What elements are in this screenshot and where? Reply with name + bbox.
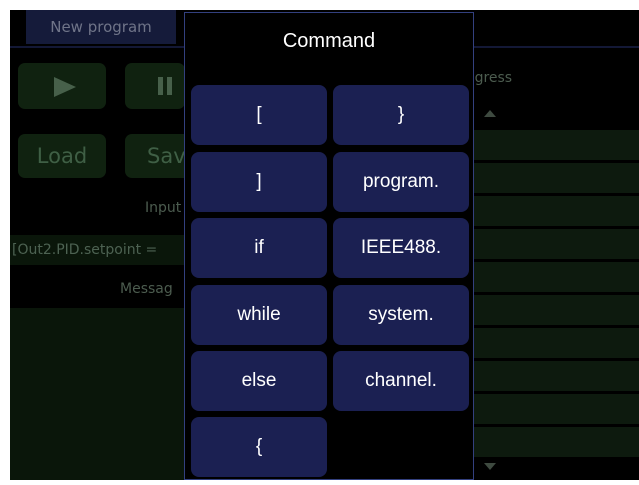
list-row[interactable] bbox=[466, 163, 639, 193]
cmd-close-brace-button[interactable]: } bbox=[333, 85, 469, 145]
cmd-open-brace-button[interactable]: { bbox=[191, 417, 327, 477]
message-area bbox=[10, 308, 200, 480]
command-dialog: Command [ } ] program. if IEEE488. while… bbox=[184, 12, 474, 480]
scroll-up-icon[interactable] bbox=[484, 110, 496, 117]
list-row[interactable] bbox=[466, 427, 639, 457]
list-row[interactable] bbox=[466, 361, 639, 391]
input-label: Input bbox=[145, 200, 182, 216]
pause-button[interactable] bbox=[125, 63, 185, 109]
cmd-system-button[interactable]: system. bbox=[333, 285, 469, 345]
list-row[interactable] bbox=[466, 295, 639, 325]
cmd-while-button[interactable]: while bbox=[191, 285, 327, 345]
cmd-if-button[interactable]: if bbox=[191, 218, 327, 278]
program-input-field[interactable]: [Out2.PID.setpoint = bbox=[10, 235, 212, 265]
message-label: Messag bbox=[120, 281, 173, 297]
cmd-program-button[interactable]: program. bbox=[333, 152, 469, 212]
cmd-close-bracket-button[interactable]: ] bbox=[191, 152, 327, 212]
play-icon bbox=[54, 77, 76, 97]
list-row[interactable] bbox=[466, 196, 639, 226]
app-window: New program Load Sav Input [Out2.PID.set… bbox=[10, 10, 639, 480]
pause-icon bbox=[158, 77, 174, 95]
scroll-down-icon[interactable] bbox=[484, 463, 496, 470]
list-row[interactable] bbox=[466, 394, 639, 424]
load-button[interactable]: Load bbox=[18, 134, 106, 178]
tab-new-program[interactable]: New program bbox=[26, 10, 176, 44]
list-row[interactable] bbox=[466, 130, 639, 160]
cmd-ieee488-button[interactable]: IEEE488. bbox=[333, 218, 469, 278]
cmd-channel-button[interactable]: channel. bbox=[333, 351, 469, 411]
list-row[interactable] bbox=[466, 229, 639, 259]
list-row[interactable] bbox=[466, 328, 639, 358]
cmd-else-button[interactable]: else bbox=[191, 351, 327, 411]
run-button[interactable] bbox=[18, 63, 106, 109]
progress-list[interactable] bbox=[466, 97, 639, 470]
cmd-open-bracket-button[interactable]: [ bbox=[191, 85, 327, 145]
dialog-title: Command bbox=[282, 30, 376, 52]
list-row[interactable] bbox=[466, 262, 639, 292]
